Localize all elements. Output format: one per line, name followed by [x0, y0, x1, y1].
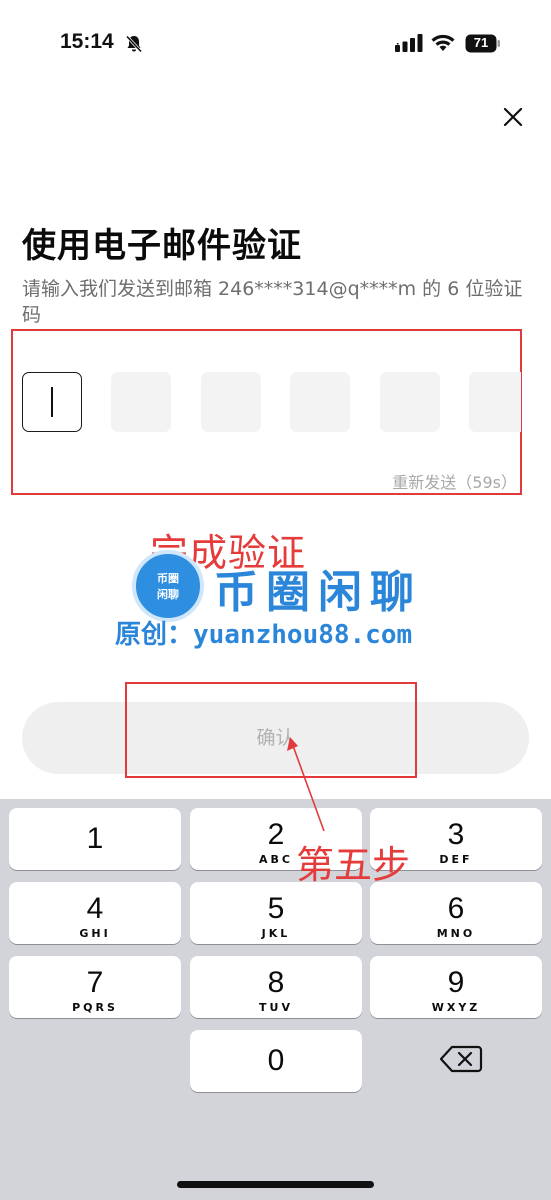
key-6[interactable]: 6 MNO — [370, 882, 542, 944]
key-1-digit: 1 — [86, 822, 104, 855]
key-8-digit: 8 — [267, 966, 285, 999]
watermark-logo: 币圈 闲聊 — [132, 550, 204, 622]
resend-timer[interactable]: 重新发送（59s） — [392, 469, 517, 493]
code-digit-4[interactable] — [290, 372, 350, 432]
annotation-highlight-confirm — [125, 682, 417, 778]
key-7-letters: PQRS — [72, 1001, 118, 1014]
key-5[interactable]: 5 JKL — [190, 882, 362, 944]
battery-level: 71 — [473, 35, 489, 50]
annotation-step-five: 第五步 — [296, 843, 411, 887]
close-icon[interactable] — [498, 102, 528, 132]
key-9[interactable]: 9 WXYZ — [370, 956, 542, 1018]
backspace-icon[interactable] — [438, 1041, 484, 1077]
key-1[interactable]: 1 — [9, 808, 181, 870]
key-0-digit: 0 — [267, 1044, 285, 1077]
page-title: 使用电子邮件验证 — [22, 226, 302, 266]
key-6-letters: MNO — [436, 927, 476, 940]
code-digit-6[interactable] — [469, 372, 521, 432]
home-indicator — [177, 1181, 374, 1188]
key-7[interactable]: 7 PQRS — [9, 956, 181, 1018]
watermark-logo-line2: 闲聊 — [157, 588, 179, 601]
key-8[interactable]: 8 TUV — [190, 956, 362, 1018]
watermark-url: 原创：yuanzhou88.com — [115, 620, 413, 650]
code-digit-5[interactable] — [380, 372, 440, 432]
key-8-letters: TUV — [259, 1001, 293, 1014]
key-9-letters: WXYZ — [431, 1001, 481, 1014]
text-cursor — [51, 387, 53, 417]
verification-instructions: 请输入我们发送到邮箱 246****314@q****m 的 6 位验证码 — [22, 278, 523, 326]
key-5-letters: JKL — [261, 927, 291, 940]
code-digit-3[interactable] — [201, 372, 261, 432]
watermark-logo-line1: 币圈 — [157, 572, 179, 585]
code-digit-1[interactable] — [22, 372, 82, 432]
bell-slash-icon — [125, 35, 143, 53]
key-0[interactable]: 0 — [190, 1030, 362, 1092]
watermark-title: 币圈闲聊 — [214, 567, 422, 618]
code-digit-2[interactable] — [111, 372, 171, 432]
battery-icon: 71 — [465, 34, 501, 53]
annotation-arrow — [287, 737, 325, 832]
key-9-digit: 9 — [447, 966, 465, 999]
key-4-letters: GHI — [79, 927, 111, 940]
key-7-digit: 7 — [86, 966, 104, 999]
key-4[interactable]: 4 GHI — [9, 882, 181, 944]
status-bar: 15:14 71 — [0, 0, 551, 90]
wifi-icon — [431, 34, 455, 51]
status-time: 15:14 — [60, 30, 114, 53]
signal-icon — [395, 34, 423, 52]
key-4-digit: 4 — [86, 892, 104, 925]
